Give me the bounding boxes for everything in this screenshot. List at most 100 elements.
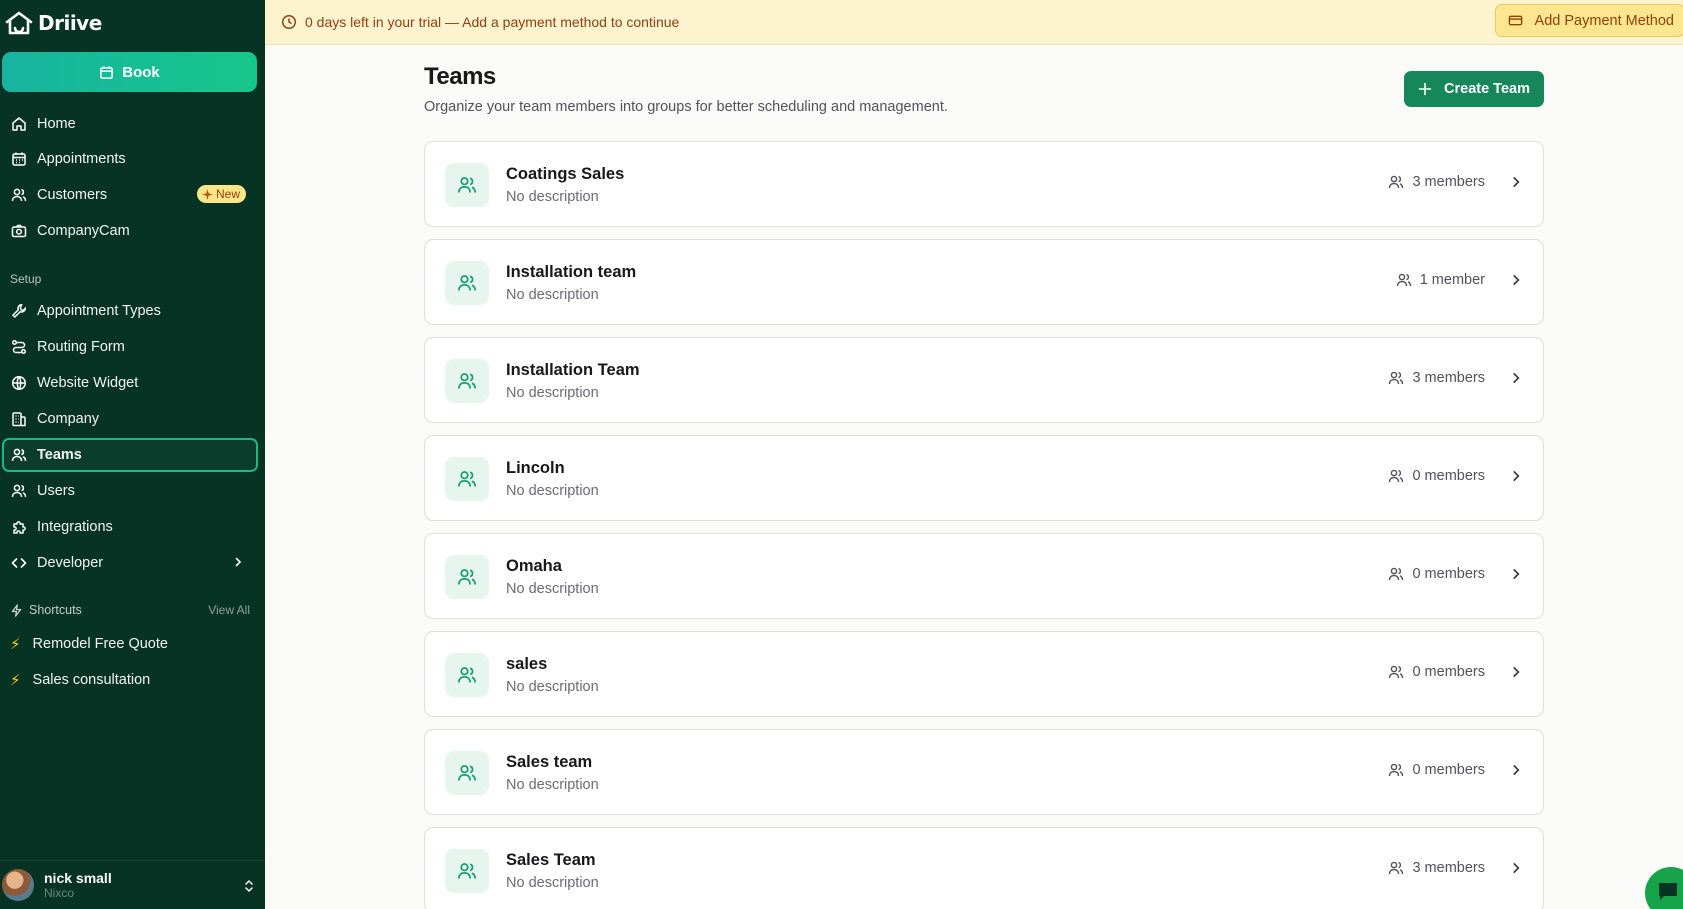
add-payment-method-button[interactable]: Add Payment Method (1494, 4, 1683, 37)
chevron-right-icon (235, 557, 242, 567)
team-card[interactable]: Omaha No description 0 members (424, 533, 1544, 619)
wrench-icon (11, 304, 27, 319)
sidebar-item-routing-form[interactable]: Routing Form (2, 330, 258, 364)
users-icon (458, 275, 476, 291)
chevron-right-icon (1513, 373, 1520, 383)
sidebar-item-appointment-types[interactable]: Appointment Types (2, 294, 258, 328)
team-avatar (445, 751, 489, 795)
users-icon (458, 471, 476, 487)
team-card[interactable]: Coatings Sales No description 3 members (424, 141, 1544, 227)
shortcuts-header: Shortcuts View All (10, 603, 250, 617)
sidebar-item-companycam[interactable]: CompanyCam (2, 214, 258, 248)
chat-icon (1659, 883, 1677, 900)
user-org: Nixco (44, 886, 75, 900)
shortcuts-label: Shortcuts (29, 603, 82, 617)
team-card[interactable]: sales No description 0 members (424, 631, 1544, 717)
members-icon (1389, 763, 1404, 777)
shortcut-item[interactable]: ⚡ Sales consultation (10, 671, 150, 689)
users-icon (458, 667, 476, 683)
book-label: Book (122, 63, 160, 81)
member-count-label: 0 members (1412, 566, 1485, 582)
users-icon (11, 448, 27, 462)
shortcut-label: Remodel Free Quote (32, 636, 168, 652)
code-icon (11, 558, 27, 568)
member-count-label: 3 members (1412, 174, 1485, 190)
team-name: Omaha (506, 557, 562, 575)
chevron-right-icon (1513, 765, 1520, 775)
users-icon (458, 569, 476, 585)
team-card[interactable]: Sales team No description 0 members (424, 729, 1544, 815)
user-name: nick small (44, 870, 112, 886)
user-menu[interactable]: nick small Nixco (0, 860, 265, 909)
team-list: Coatings Sales No description 3 members Ins… (424, 141, 1544, 909)
lightning-icon: ⚡ (10, 672, 21, 689)
team-card[interactable]: Installation team No description 1 member (424, 239, 1544, 325)
team-card[interactable]: Installation Team No description 3 members (424, 337, 1544, 423)
team-card[interactable]: Sales Team No description 3 members (424, 827, 1544, 909)
credit-card-icon (1508, 15, 1522, 26)
app-logo[interactable]: Driive (4, 10, 102, 36)
create-team-label: Create Team (1444, 81, 1530, 97)
sidebar-item-customers[interactable]: Customers New (2, 178, 258, 212)
create-team-button[interactable]: Create Team (1404, 71, 1544, 107)
sidebar-item-appointments[interactable]: Appointments (2, 142, 258, 176)
team-card[interactable]: Lincoln No description 0 members (424, 435, 1544, 521)
team-description: No description (506, 777, 599, 793)
members-icon (1389, 861, 1404, 875)
sidebar-item-company[interactable]: Company (2, 402, 258, 436)
chevron-right-icon (1513, 177, 1520, 187)
chevron-right-icon (1513, 667, 1520, 677)
clock-icon (281, 14, 297, 30)
sidebar-item-home[interactable]: Home (2, 107, 258, 141)
setup-section-label: Setup (10, 272, 42, 286)
team-description: No description (506, 483, 599, 499)
calendar-icon (12, 152, 26, 166)
team-name: Coatings Sales (506, 165, 625, 183)
users-icon (11, 484, 27, 498)
team-member-count: 0 members (1388, 468, 1523, 484)
members-icon (1389, 175, 1404, 189)
team-name: sales (506, 655, 548, 673)
users-icon (11, 188, 27, 202)
home-icon (12, 117, 26, 131)
team-avatar (445, 163, 489, 207)
building-icon (12, 412, 26, 427)
users-icon (458, 765, 476, 781)
members-icon (1389, 567, 1404, 581)
sparkle-icon (201, 188, 213, 200)
users-icon (458, 177, 476, 193)
team-description: No description (506, 875, 599, 891)
team-member-count: 0 members (1388, 566, 1523, 582)
sidebar-item-users[interactable]: Users (2, 474, 258, 508)
book-button[interactable]: Book (2, 52, 257, 92)
sidebar-item-website-widget[interactable]: Website Widget (2, 366, 258, 400)
team-description: No description (506, 385, 599, 401)
member-count-label: 0 members (1412, 664, 1485, 680)
new-badge: New (196, 185, 246, 203)
camera-icon (11, 224, 27, 238)
member-count-label: 0 members (1412, 762, 1485, 778)
sidebar-item-label: Website Widget (37, 375, 139, 391)
team-member-count: 0 members (1388, 664, 1523, 680)
member-count-label: 3 members (1412, 370, 1485, 386)
member-count-label: 3 members (1412, 860, 1485, 876)
shortcut-label: Sales consultation (32, 672, 151, 688)
team-member-count: 3 members (1388, 174, 1523, 190)
chat-widget-button[interactable] (1645, 867, 1683, 909)
team-avatar (445, 849, 489, 893)
team-description: No description (506, 679, 599, 695)
chevrons-up-down-icon (245, 879, 253, 893)
members-icon (1389, 665, 1404, 679)
avatar (2, 869, 34, 901)
chevron-right-icon (1513, 863, 1520, 873)
sidebar-item-developer[interactable]: Developer (2, 546, 258, 580)
view-all-link[interactable]: View All (208, 603, 250, 617)
shortcut-item[interactable]: ⚡ Remodel Free Quote (10, 635, 168, 653)
chevron-right-icon (1513, 569, 1520, 579)
sidebar-item-teams[interactable]: Teams (2, 438, 258, 472)
team-name: Installation Team (506, 361, 640, 379)
team-member-count: 0 members (1388, 762, 1523, 778)
sidebar-item-label: Company (37, 411, 100, 427)
sidebar-item-integrations[interactable]: Integrations (2, 510, 258, 544)
members-icon (1389, 371, 1404, 385)
